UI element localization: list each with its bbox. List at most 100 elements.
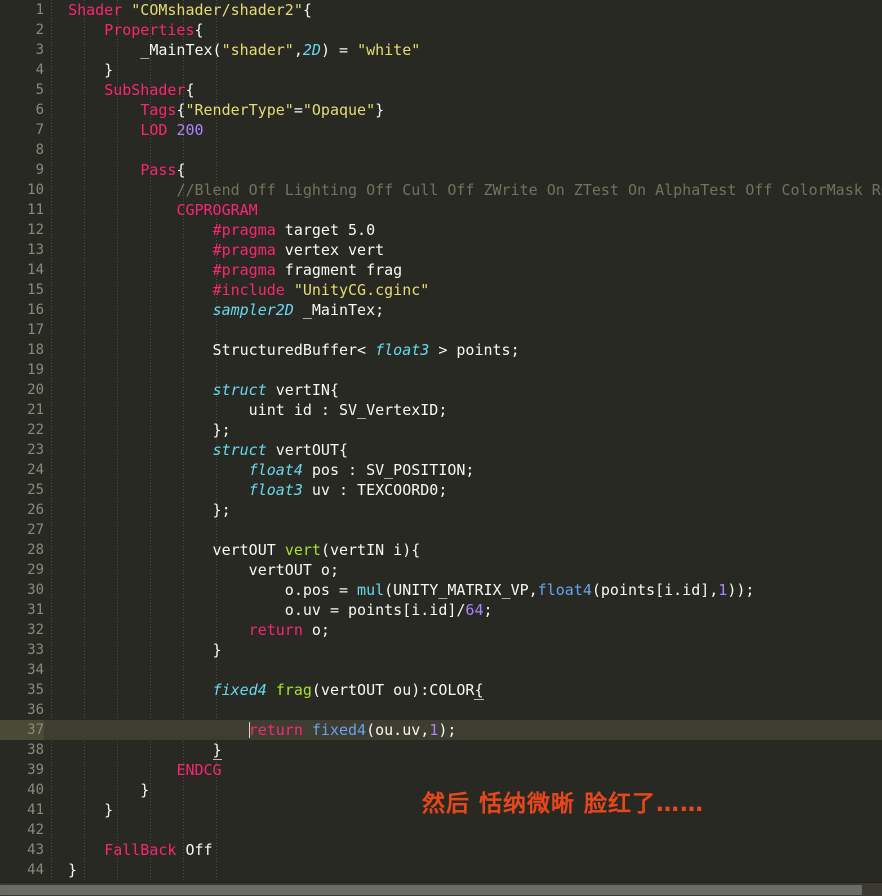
- code-line[interactable]: 12 #pragma target 5.0: [0, 220, 882, 240]
- code-line-text[interactable]: [44, 320, 882, 340]
- code-line[interactable]: 23 struct vertOUT{: [0, 440, 882, 460]
- code-line-text[interactable]: vertOUT o;: [44, 560, 882, 580]
- code-line-text[interactable]: [44, 140, 882, 160]
- code-line[interactable]: 18 StructuredBuffer< float3 > points;: [0, 340, 882, 360]
- code-line[interactable]: 31 o.uv = points[i.id]/64;: [0, 600, 882, 620]
- code-line[interactable]: 44 }: [0, 860, 882, 880]
- code-line-text[interactable]: [44, 700, 882, 720]
- code-line[interactable]: 10 //Blend Off Lighting Off Cull Off ZWr…: [0, 180, 882, 200]
- code-line-text[interactable]: Pass{: [44, 160, 882, 180]
- code-line-text[interactable]: SubShader{: [44, 80, 882, 100]
- line-number: 35: [27, 682, 44, 698]
- code-line[interactable]: 42: [0, 820, 882, 840]
- code-line[interactable]: 20 struct vertIN{: [0, 380, 882, 400]
- code-line[interactable]: 22 };: [0, 420, 882, 440]
- code-line-text[interactable]: return o;: [44, 620, 882, 640]
- code-line[interactable]: 24 float4 pos : SV_POSITION;: [0, 460, 882, 480]
- code-line[interactable]: 19: [0, 360, 882, 380]
- token-plain: uint id : SV_VertexID;: [50, 401, 448, 419]
- code-line-text[interactable]: Tags{"RenderType"="Opaque"}: [44, 100, 882, 120]
- code-line-text[interactable]: FallBack Off: [44, 840, 882, 860]
- code-line[interactable]: 7 LOD 200: [0, 120, 882, 140]
- code-line-text[interactable]: #pragma vertex vert: [44, 240, 882, 260]
- code-line-text[interactable]: //Blend Off Lighting Off Cull Off ZWrite…: [44, 180, 882, 200]
- code-line[interactable]: 6 Tags{"RenderType"="Opaque"}: [0, 100, 882, 120]
- code-line-text[interactable]: float4 pos : SV_POSITION;: [44, 460, 882, 480]
- code-line-text[interactable]: o.pos = mul(UNITY_MATRIX_VP,float4(point…: [44, 580, 882, 600]
- code-line-text[interactable]: }: [44, 640, 882, 660]
- code-line-text[interactable]: float3 uv : TEXCOORD0;: [44, 480, 882, 500]
- code-line[interactable]: 8: [0, 140, 882, 160]
- code-line[interactable]: 28 vertOUT vert(vertIN i){: [0, 540, 882, 560]
- code-line[interactable]: 39 ENDCG: [0, 760, 882, 780]
- line-number: 21: [27, 402, 44, 418]
- code-line-text[interactable]: ENDCG: [44, 760, 882, 780]
- code-line-text[interactable]: StructuredBuffer< float3 > points;: [44, 340, 882, 360]
- code-line-text[interactable]: [44, 360, 882, 380]
- code-line[interactable]: 11 CGPROGRAM: [0, 200, 882, 220]
- code-line[interactable]: 4 }: [0, 60, 882, 80]
- code-line-text[interactable]: }: [44, 740, 882, 760]
- code-line[interactable]: 25 float3 uv : TEXCOORD0;: [0, 480, 882, 500]
- code-line-text[interactable]: LOD 200: [44, 120, 882, 140]
- code-line[interactable]: 35 fixed4 frag(vertOUT ou):COLOR{: [0, 680, 882, 700]
- code-line[interactable]: 37 return fixed4(ou.uv,1);: [0, 720, 882, 740]
- code-line-text[interactable]: fixed4 frag(vertOUT ou):COLOR{: [44, 680, 882, 700]
- code-line-text[interactable]: CGPROGRAM: [44, 200, 882, 220]
- code-line[interactable]: 38 }: [0, 740, 882, 760]
- line-number: 33: [27, 642, 44, 658]
- code-line-text[interactable]: o.uv = points[i.id]/64;: [44, 600, 882, 620]
- token-plain: (vertOUT ou):COLOR: [311, 681, 475, 699]
- code-line[interactable]: 34: [0, 660, 882, 680]
- code-line-text[interactable]: struct vertOUT{: [44, 440, 882, 460]
- code-line[interactable]: 14 #pragma fragment frag: [0, 260, 882, 280]
- code-editor[interactable]: 1 Shader "COMshader/shader2"{2 Propertie…: [0, 0, 882, 896]
- code-line[interactable]: 15 #include "UnityCG.cginc": [0, 280, 882, 300]
- code-line-text[interactable]: sampler2D _MainTex;: [44, 300, 882, 320]
- code-line[interactable]: 43 FallBack Off: [0, 840, 882, 860]
- code-line[interactable]: 32 return o;: [0, 620, 882, 640]
- code-line-text[interactable]: }: [44, 60, 882, 80]
- horizontal-scrollbar[interactable]: [0, 882, 882, 896]
- code-line[interactable]: 36: [0, 700, 882, 720]
- code-line[interactable]: 30 o.pos = mul(UNITY_MATRIX_VP,float4(po…: [0, 580, 882, 600]
- code-line-text[interactable]: return fixed4(ou.uv,1);: [44, 720, 882, 740]
- code-line[interactable]: 27: [0, 520, 882, 540]
- code-line-text[interactable]: [44, 660, 882, 680]
- code-line[interactable]: 5 SubShader{: [0, 80, 882, 100]
- code-line-text[interactable]: [44, 820, 882, 840]
- code-line[interactable]: 13 #pragma vertex vert: [0, 240, 882, 260]
- code-line-text[interactable]: Properties{: [44, 20, 882, 40]
- code-line[interactable]: 9 Pass{: [0, 160, 882, 180]
- code-line[interactable]: 3 _MainTex("shader",2D) = "white": [0, 40, 882, 60]
- horizontal-scrollbar-thumb[interactable]: [0, 885, 862, 895]
- code-line[interactable]: 1 Shader "COMshader/shader2"{: [0, 0, 882, 20]
- code-line-text[interactable]: #pragma target 5.0: [44, 220, 882, 240]
- code-line[interactable]: 21 uint id : SV_VertexID;: [0, 400, 882, 420]
- code-line-text[interactable]: _MainTex("shader",2D) = "white": [44, 40, 882, 60]
- code-line-text[interactable]: uint id : SV_VertexID;: [44, 400, 882, 420]
- code-line-text[interactable]: vertOUT vert(vertIN i){: [44, 540, 882, 560]
- code-line[interactable]: 16 sampler2D _MainTex;: [0, 300, 882, 320]
- code-line[interactable]: 29 vertOUT o;: [0, 560, 882, 580]
- code-line-text[interactable]: }: [44, 860, 882, 880]
- code-line-text[interactable]: struct vertIN{: [44, 380, 882, 400]
- code-line[interactable]: 26 };: [0, 500, 882, 520]
- line-number: 15: [27, 282, 44, 298]
- code-line[interactable]: 33 }: [0, 640, 882, 660]
- line-number: 2: [35, 22, 44, 38]
- token-str: "RenderType": [185, 101, 294, 119]
- code-surface[interactable]: 1 Shader "COMshader/shader2"{2 Propertie…: [0, 0, 882, 882]
- code-line-text[interactable]: Shader "COMshader/shader2"{: [44, 0, 882, 20]
- code-line-text[interactable]: };: [44, 500, 882, 520]
- code-line-text[interactable]: #pragma fragment frag: [44, 260, 882, 280]
- code-line-text[interactable]: #include "UnityCG.cginc": [44, 280, 882, 300]
- code-line-text[interactable]: };: [44, 420, 882, 440]
- code-line-text[interactable]: [44, 520, 882, 540]
- code-line[interactable]: 2 Properties{: [0, 20, 882, 40]
- code-line[interactable]: 17: [0, 320, 882, 340]
